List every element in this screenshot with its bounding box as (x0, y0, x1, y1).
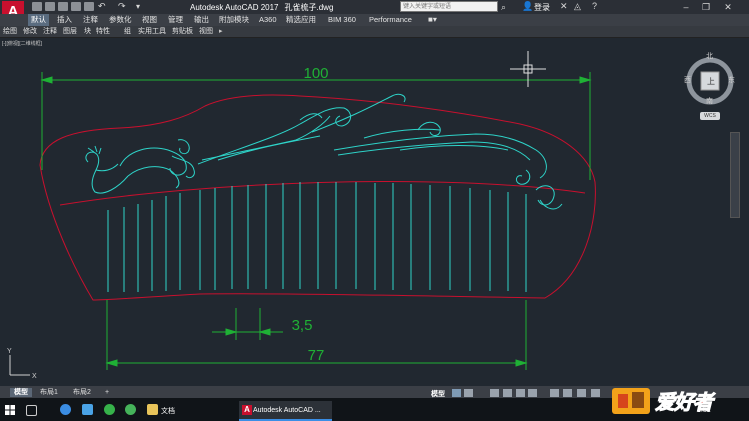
windows-start-icon[interactable] (5, 405, 15, 415)
exchange-icon[interactable]: ✕ (560, 1, 568, 12)
tab-bim360[interactable]: BIM 360 (325, 14, 359, 26)
taskbar-doc-label[interactable]: 文档 (161, 406, 175, 416)
user-icon: 👤 (522, 1, 534, 11)
a360-icon[interactable]: ◬ (574, 1, 581, 12)
ribbon-toggle-icon[interactable]: ■▾ (428, 15, 437, 24)
viewcube-south[interactable]: 南 (706, 96, 713, 106)
panel-groups[interactable]: 组 (124, 26, 131, 37)
search-app-icon[interactable] (82, 404, 93, 415)
minimize-button[interactable]: – (678, 1, 694, 13)
qat-dropdown-icon[interactable]: ▾ (136, 2, 140, 11)
save-as-icon[interactable] (71, 2, 81, 11)
window-title: Autodesk AutoCAD 2017 孔雀梳子.dwg (190, 3, 334, 12)
snap-icon[interactable] (464, 389, 473, 397)
dimension-100 (40, 72, 592, 180)
annotation-scale-icon[interactable] (591, 389, 600, 397)
viewcube-top-face[interactable]: 上 (707, 76, 715, 87)
isodraft-icon[interactable] (516, 389, 525, 397)
tab-performance[interactable]: Performance (366, 14, 415, 26)
viewcube-east[interactable]: 东 (728, 75, 735, 85)
ucs-x-label: X (32, 373, 37, 380)
open-file-icon[interactable] (45, 2, 55, 11)
panel-expand-icon[interactable]: ▸ (219, 26, 223, 37)
comb-teeth (107, 182, 527, 292)
panel-clipboard[interactable]: 剪贴板 (172, 26, 193, 37)
tab-a360[interactable]: A360 (256, 14, 280, 26)
crosshair-cursor (510, 51, 546, 87)
search-icon[interactable]: ⌕ (501, 2, 506, 13)
new-file-icon[interactable] (32, 2, 42, 11)
tab-insert[interactable]: 插入 (54, 14, 75, 26)
panel-layers[interactable]: 图层 (63, 26, 77, 37)
search-input[interactable]: 键入关键字或短语 (400, 1, 498, 12)
panel-modify[interactable]: 修改 (23, 26, 37, 37)
redo-icon[interactable]: ↷ (118, 1, 126, 12)
tab-output[interactable]: 输出 (191, 14, 212, 26)
taskbar-clock: 2:51 (697, 407, 711, 414)
lineweight-icon[interactable] (550, 389, 559, 397)
tab-addins[interactable]: 附加模块 (216, 14, 252, 26)
tab-layout1[interactable]: 布局1 (36, 388, 62, 397)
panel-block[interactable]: 块 (84, 26, 91, 37)
ortho-icon[interactable] (490, 389, 499, 397)
polar-icon[interactable] (503, 389, 512, 397)
file-explorer-icon[interactable] (147, 404, 158, 415)
login-button[interactable]: 登录 (534, 2, 550, 13)
panel-draw[interactable]: 绘图 (3, 26, 17, 37)
viewcube-west[interactable]: 西 (684, 75, 691, 85)
drawing-canvas[interactable]: 100 3,5 77 Y X (0, 37, 749, 386)
maximize-button[interactable]: ❐ (698, 1, 714, 13)
browser-icon[interactable] (60, 404, 71, 415)
comb-spine-line (59, 181, 586, 206)
chat-app-icon[interactable] (125, 404, 136, 415)
tab-view[interactable]: 视图 (139, 14, 160, 26)
save-icon[interactable] (58, 2, 68, 11)
tab-manage[interactable]: 管理 (165, 14, 186, 26)
print-icon[interactable] (84, 2, 94, 11)
peacock-decoration (85, 93, 563, 210)
autocad-icon: A (242, 405, 252, 415)
dimension-100-text: 100 (303, 65, 328, 82)
osnap-icon[interactable] (528, 389, 537, 397)
panel-annotation[interactable]: 注释 (43, 26, 57, 37)
dimension-3-5 (212, 308, 283, 340)
ucs-y-label: Y (7, 348, 12, 355)
taskbar-autocad-label: Autodesk AutoCAD ... (253, 407, 321, 414)
add-layout-button[interactable]: + (101, 388, 113, 397)
wcs-menu[interactable]: WCS (700, 112, 720, 120)
viewcube-north[interactable]: 北 (706, 51, 713, 61)
panel-utilities[interactable]: 实用工具 (138, 26, 166, 37)
undo-icon[interactable]: ↶ (98, 1, 106, 12)
panel-view[interactable]: 视图 (199, 26, 213, 37)
tab-model[interactable]: 模型 (10, 388, 32, 397)
wechat-icon[interactable] (104, 404, 115, 415)
dimension-77-text: 77 (308, 347, 325, 364)
grid-icon[interactable] (452, 389, 461, 397)
tab-parametric[interactable]: 参数化 (106, 14, 135, 26)
transparency-icon[interactable] (563, 389, 572, 397)
help-icon[interactable]: ? (592, 1, 597, 11)
viewport-controls[interactable]: [-][俯视][二维线框] (2, 40, 42, 47)
selection-cycling-icon[interactable] (577, 389, 586, 397)
task-view-icon[interactable] (26, 405, 37, 416)
navigation-bar[interactable] (730, 132, 740, 218)
panel-properties[interactable]: 特性 (96, 26, 110, 37)
tab-home[interactable]: 默认 (28, 14, 49, 26)
tab-layout2[interactable]: 布局2 (69, 388, 95, 397)
tab-featured-apps[interactable]: 精选应用 (283, 14, 319, 26)
ucs-icon (9, 355, 30, 376)
close-button[interactable]: ✕ (720, 1, 736, 13)
tab-annotate[interactable]: 注释 (80, 14, 101, 26)
dimension-3-5-text: 3,5 (292, 317, 313, 334)
